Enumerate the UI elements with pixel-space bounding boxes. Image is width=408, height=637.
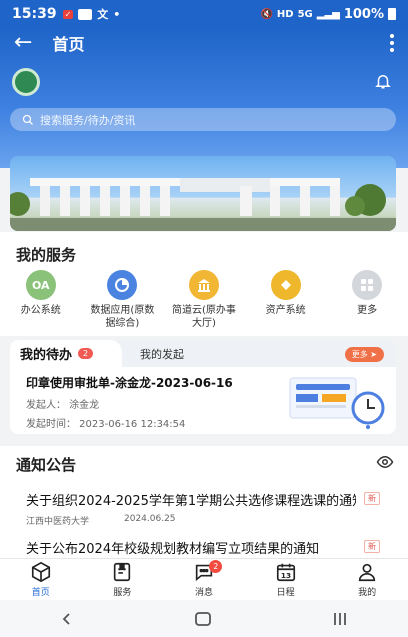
signal-icon: ▂▃▅ xyxy=(316,8,340,20)
nav-me[interactable]: 我的 xyxy=(326,559,408,600)
cube-icon xyxy=(31,561,50,583)
nav-services[interactable]: 服务 xyxy=(82,559,164,600)
nav-label: 我的 xyxy=(358,588,377,598)
notice-title: 通知公告 xyxy=(16,456,77,474)
system-nav-bar xyxy=(0,600,408,637)
todo-count-badge: 2 xyxy=(78,348,94,359)
more-button[interactable]: 更多 ➤ xyxy=(344,347,384,362)
more-vertical-icon[interactable] xyxy=(390,34,394,52)
new-tag: 新 xyxy=(364,492,380,505)
mail-notification-icon xyxy=(78,8,93,20)
service-data-application[interactable]: 数据应用(原数据综合) xyxy=(82,270,164,330)
service-label: 办公系统 xyxy=(20,305,61,316)
building-icon xyxy=(188,270,219,300)
notice-date: 2024.06.25 xyxy=(124,514,176,524)
message-count-badge: 2 xyxy=(209,560,223,573)
task-initiator: 发起人： 涂金龙 xyxy=(26,400,100,411)
notice-source: 江西中医药大学 xyxy=(26,517,90,527)
service-more[interactable]: 更多 xyxy=(326,270,408,330)
my-services-section: 我的服务 OA 办公系统 数据应用(原数据综合) 简道云(原办事大厅) 资产系统 xyxy=(0,232,408,336)
new-tag: 新 xyxy=(364,540,380,553)
notice-item-title[interactable]: 关于组织2024-2025学年第1学期公共选修课程选课的通知 xyxy=(26,490,356,509)
back-arrow-icon[interactable]: ← xyxy=(14,32,32,54)
search-placeholder: 搜索服务/待办/资讯 xyxy=(40,113,136,127)
nav-home[interactable]: 首页 xyxy=(0,559,82,600)
bottom-nav: 首页 服务 2 消息 13 日程 我的 xyxy=(0,558,408,600)
search-icon xyxy=(22,114,33,125)
header: ← 首页 搜索服务/待办/资讯 xyxy=(0,28,408,168)
service-office-system[interactable]: OA 办公系统 xyxy=(0,270,82,330)
status-bar: 15:39 ✓ 文 • 🔇 HD 5G ▂▃▅ 100% xyxy=(0,0,408,28)
search-bar[interactable]: 搜索服务/待办/资讯 xyxy=(10,108,396,131)
service-icon xyxy=(114,562,131,582)
page-title: 首页 xyxy=(52,35,85,54)
service-label: 简道云(原办事大厅) xyxy=(172,305,236,329)
hd-label: HD xyxy=(276,8,294,20)
service-label: 更多 xyxy=(357,305,378,316)
system-recents-icon[interactable] xyxy=(332,612,348,626)
battery-icon xyxy=(388,8,396,20)
nav-label: 日程 xyxy=(276,588,295,598)
nav-label: 服务 xyxy=(113,588,132,598)
service-label: 资产系统 xyxy=(265,305,306,316)
pie-chart-icon xyxy=(107,270,138,300)
network-label: 5G xyxy=(297,8,313,20)
university-logo xyxy=(12,68,40,96)
campus-gate-banner[interactable] xyxy=(10,156,396,231)
tab-my-initiated[interactable]: 我的发起 xyxy=(140,346,184,362)
nav-label: 消息 xyxy=(194,588,213,598)
battery-level: 100% xyxy=(343,6,384,22)
nav-label: 首页 xyxy=(31,588,50,598)
tasks-card: 我的待办 2 我的发起 更多 ➤ 印章使用审批单-涂金龙-2023-06-16 … xyxy=(10,340,396,434)
user-icon xyxy=(359,563,376,582)
task-title[interactable]: 印章使用审批单-涂金龙-2023-06-16 xyxy=(26,374,233,391)
service-asset-system[interactable]: 资产系统 xyxy=(245,270,327,330)
tasks-tabs: 我的待办 2 我的发起 更多 ➤ xyxy=(10,340,396,367)
task-illustration xyxy=(289,377,385,429)
tab-label: 我的待办 xyxy=(20,348,73,363)
svg-text:13: 13 xyxy=(280,571,290,580)
app-notification-icon: ✓ xyxy=(62,9,74,19)
eye-icon[interactable] xyxy=(376,455,394,469)
system-back-icon[interactable] xyxy=(60,612,74,626)
notice-item-title[interactable]: 关于公布2024年校级规划教材编写立项结果的通知 xyxy=(26,538,356,557)
bell-icon[interactable] xyxy=(374,72,392,90)
oa-icon: OA xyxy=(25,270,56,300)
dot-icon: • xyxy=(113,7,121,21)
notice-section: 通知公告 关于组织2024-2025学年第1学期公共选修课程选课的通知 新 江西… xyxy=(0,446,408,558)
system-home-icon[interactable] xyxy=(194,611,212,626)
nav-messages[interactable]: 2 消息 xyxy=(163,559,245,600)
service-jiandaoyun[interactable]: 简道云(原办事大厅) xyxy=(163,270,245,330)
coin-icon xyxy=(270,270,301,300)
top-bar: ← 首页 xyxy=(0,28,408,58)
tab-my-todo[interactable]: 我的待办 2 xyxy=(10,340,122,367)
calendar-icon: 13 xyxy=(276,563,295,582)
status-time: 15:39 xyxy=(12,6,57,22)
task-time: 发起时间： 2023-06-16 12:34:54 xyxy=(26,419,186,430)
mute-icon: 🔇 xyxy=(260,8,273,20)
services-title: 我的服务 xyxy=(16,246,77,264)
grid-icon xyxy=(352,270,383,300)
nav-schedule[interactable]: 13 日程 xyxy=(245,559,327,600)
service-label: 数据应用(原数据综合) xyxy=(90,305,155,329)
translate-icon: 文 xyxy=(97,8,109,21)
